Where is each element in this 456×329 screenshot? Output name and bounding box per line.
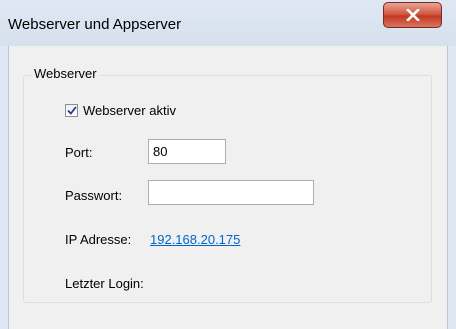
webserver-active-label: Webserver aktiv	[83, 102, 176, 118]
webserver-group-label: Webserver	[31, 66, 100, 81]
webserver-active-checkbox[interactable]	[65, 103, 78, 117]
ip-address-label: IP Adresse:	[65, 232, 132, 247]
close-icon	[405, 9, 420, 21]
window-title: Webserver und Appserver	[8, 16, 182, 33]
title-bar[interactable]: Webserver und Appserver	[0, 0, 456, 46]
port-input[interactable]	[148, 139, 226, 164]
port-label: Port:	[65, 145, 93, 160]
close-button[interactable]	[383, 2, 442, 28]
password-input[interactable]	[148, 180, 314, 205]
webserver-active-option[interactable]: Webserver aktiv	[65, 102, 176, 118]
ip-address-link[interactable]: 192.168.20.175	[150, 232, 240, 247]
last-login-label: Letzter Login:	[65, 276, 144, 291]
password-label: Passwort:	[65, 188, 123, 203]
checkmark-icon	[66, 105, 77, 115]
